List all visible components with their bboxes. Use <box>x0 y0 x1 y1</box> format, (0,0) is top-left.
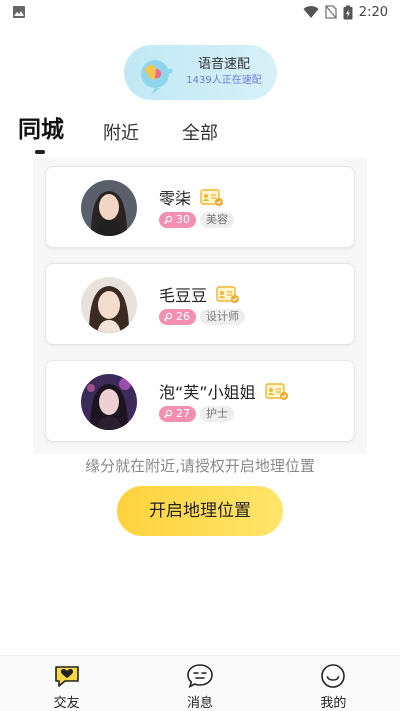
tab-nearby[interactable]: 附近 <box>103 116 139 156</box>
nav-item-messages[interactable]: 消息 <box>133 656 266 711</box>
status-bar: 2:20 <box>0 0 400 24</box>
user-name: 毛豆豆 <box>159 282 240 306</box>
no-sim-icon <box>325 5 337 19</box>
user-list: 零柒 30 美容 毛豆豆 26 设计师 泡“芙”小姐姐 27 护士 <box>33 158 367 454</box>
user-card[interactable]: 毛豆豆 26 设计师 <box>45 263 355 345</box>
nav-label: 交友 <box>53 696 80 711</box>
location-hint: 缘分就在附近,请授权开启地理位置 <box>85 457 315 475</box>
user-name: 泡“芙”小姐姐 <box>159 379 289 403</box>
tab-all[interactable]: 全部 <box>182 116 218 156</box>
status-right: 2:20 <box>303 5 388 20</box>
age-text: 26 <box>176 310 190 323</box>
avatar <box>81 180 137 236</box>
female-icon <box>164 312 173 321</box>
avatar <box>81 277 137 333</box>
tab-bar: 同城 附近 全部 <box>0 112 400 158</box>
user-name-text: 零柒 <box>159 189 192 208</box>
voice-match-subtitle: 1439人正在速配 <box>186 75 262 86</box>
nav-label: 我的 <box>320 696 347 711</box>
voice-match-button[interactable]: 语音速配 1439人正在速配 <box>124 45 277 100</box>
job-badge: 美容 <box>200 212 234 228</box>
age-badge: 30 <box>159 212 196 228</box>
bottom-nav: 交友 消息 我的 <box>0 655 400 711</box>
status-left <box>12 5 26 19</box>
nav-item-friends[interactable]: 交友 <box>0 656 133 711</box>
user-name-text: 泡“芙”小姐姐 <box>159 383 256 402</box>
user-tags: 27 护士 <box>159 406 234 422</box>
age-text: 27 <box>176 407 190 420</box>
verified-id-icon <box>200 188 224 206</box>
age-badge: 27 <box>159 406 196 422</box>
female-icon <box>164 409 173 418</box>
job-badge: 设计师 <box>200 309 245 325</box>
status-time: 2:20 <box>358 4 388 20</box>
battery-charging-icon <box>343 5 353 19</box>
user-name: 零柒 <box>159 185 224 209</box>
job-badge: 护士 <box>200 406 234 422</box>
voice-match-phone-icon <box>141 60 173 95</box>
message-icon <box>187 664 213 689</box>
image-notification-icon <box>13 6 25 18</box>
avatar <box>81 374 137 430</box>
verified-id-icon <box>216 285 240 303</box>
smiley-icon <box>321 664 346 688</box>
tab-same-city[interactable]: 同城 <box>18 112 64 152</box>
user-tags: 30 美容 <box>159 212 234 228</box>
female-icon <box>164 215 173 224</box>
user-card[interactable]: 泡“芙”小姐姐 27 护士 <box>45 360 355 442</box>
user-card[interactable]: 零柒 30 美容 <box>45 166 355 248</box>
heart-chat-icon <box>54 666 79 687</box>
wifi-icon <box>303 6 319 19</box>
open-location-button[interactable]: 开启地理位置 <box>117 486 283 536</box>
nav-label: 消息 <box>186 696 213 711</box>
tab-indicator <box>35 150 45 154</box>
voice-match-title: 语音速配 <box>197 57 250 72</box>
nav-item-me[interactable]: 我的 <box>267 656 400 711</box>
age-text: 30 <box>176 213 190 226</box>
age-badge: 26 <box>159 309 196 325</box>
user-name-text: 毛豆豆 <box>159 286 208 305</box>
verified-id-icon <box>264 382 288 400</box>
user-tags: 26 设计师 <box>159 309 245 325</box>
voice-match-text: 语音速配 1439人正在速配 <box>176 56 272 88</box>
